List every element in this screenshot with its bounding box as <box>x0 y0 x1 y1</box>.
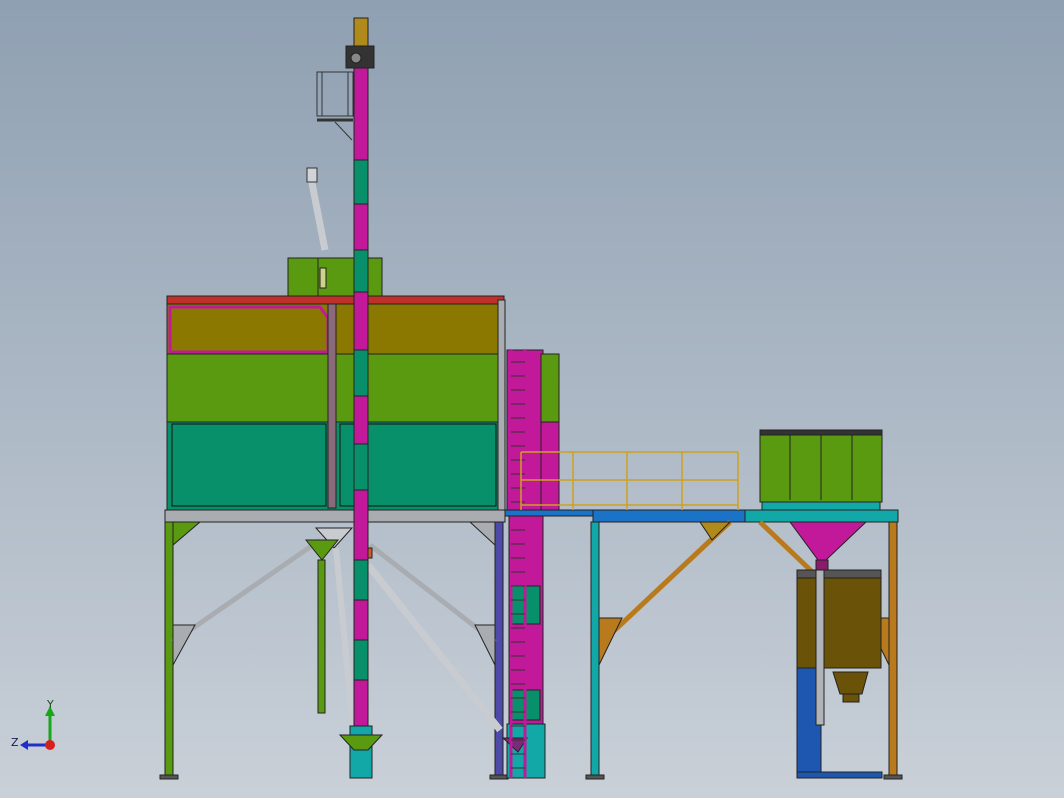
elevator-green-seg-3 <box>353 349 369 397</box>
storage-bin[interactable] <box>759 429 883 511</box>
green-drop-pipe <box>317 559 326 714</box>
triad-x-axis-icon <box>45 740 55 750</box>
packer-body <box>796 569 882 669</box>
exhaust-cap <box>306 167 318 183</box>
triad-z-label: Z <box>11 736 19 749</box>
bin-lid <box>759 429 883 436</box>
center-elevator-head-panel <box>540 353 560 423</box>
center-elevator-lower-panel <box>540 421 560 511</box>
bin-base <box>761 501 881 511</box>
elevator-green-seg-6 <box>353 639 369 681</box>
elevator-head-wheel <box>350 52 362 64</box>
dryer-side-strip <box>497 299 506 511</box>
triad-y-label: Y <box>46 698 54 711</box>
platform-leg-right <box>888 521 898 779</box>
fan-box-handle <box>319 267 327 289</box>
platform-base-plate-right <box>883 774 903 780</box>
left-leg <box>164 521 174 779</box>
cad-drawing[interactable]: Y Z <box>0 0 1064 798</box>
right-leg <box>494 521 504 779</box>
packer-base <box>796 771 883 779</box>
platform-deck-right <box>744 509 899 523</box>
dryer-vertical-pipe <box>327 303 337 509</box>
elevator-green-seg-4 <box>353 443 369 491</box>
cad-viewport[interactable]: Y Z <box>0 0 1064 798</box>
platform-deck-left <box>504 509 596 517</box>
platform-base-plate-left <box>585 774 605 780</box>
elevator-green-seg-1 <box>353 159 369 205</box>
packer-top <box>796 569 882 579</box>
base-plate-left <box>159 774 179 780</box>
elevator-boot <box>349 725 373 779</box>
dryer-platform-beam <box>164 509 506 523</box>
elevator-green-seg-2 <box>353 249 369 293</box>
hopper-neck <box>815 559 829 571</box>
elevator-head-motor <box>353 17 369 49</box>
platform-deck-mid <box>592 509 746 523</box>
dryer-body[interactable] <box>166 295 506 511</box>
dryer-top-rim <box>166 295 505 305</box>
platform-leg-left <box>590 521 600 779</box>
packer-spout <box>842 693 860 703</box>
packer-feed-pipe <box>815 569 825 726</box>
base-plate-right <box>489 774 509 780</box>
elevator-green-seg-5 <box>353 559 369 601</box>
